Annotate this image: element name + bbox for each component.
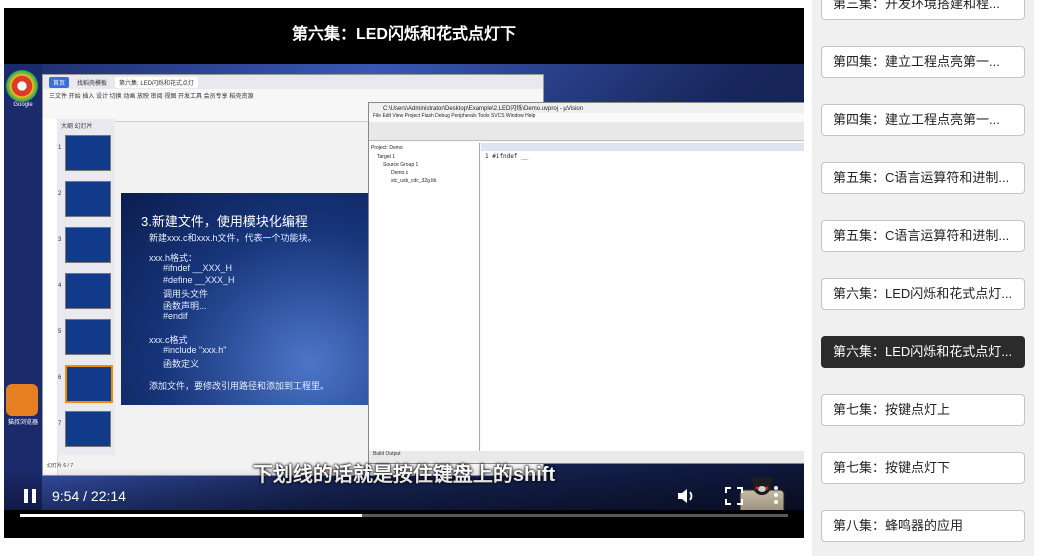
desktop-label-google: Google: [13, 102, 33, 108]
keil-editor[interactable]: 1 #ifndef __: [481, 143, 804, 451]
keil-toolbar[interactable]: [369, 122, 804, 141]
ppt-titlebar: 首页 找稻壳模板 第六集: LED闪烁和花式点灯: [43, 75, 543, 89]
slide-thumbnail[interactable]: [65, 135, 111, 171]
slide-thumbnail[interactable]: [65, 319, 111, 355]
slide-thumbnail[interactable]: [65, 181, 111, 217]
tree-item[interactable]: Target 1: [369, 153, 479, 161]
more-options-icon[interactable]: [772, 484, 780, 506]
slide-title: 3.新建文件，使用模块化编程: [141, 214, 308, 229]
video-frame[interactable]: Google 猫叔浏览器 首页 找稻壳模板 第六集: LED闪烁和花式点灯 三文…: [4, 64, 804, 510]
keil-window: C:\Users\Administrator\Desktop\Example\2…: [368, 102, 804, 464]
editor-tabs[interactable]: [481, 143, 804, 151]
slide-text: 函数定义: [163, 359, 200, 369]
ppt-tab-home[interactable]: 首页: [49, 76, 70, 88]
tree-item[interactable]: Source Group 1: [369, 161, 479, 169]
slide-text: #include "xxx.h": [163, 345, 227, 355]
playlist-item[interactable]: 第五集：C语言运算符和进制...: [821, 162, 1025, 194]
keil-title: C:\Users\Administrator\Desktop\Example\2…: [369, 103, 804, 113]
thumb-number: 5: [58, 329, 62, 335]
slide-thumbnail[interactable]: [65, 411, 111, 447]
slide-thumbnail-active[interactable]: [65, 365, 113, 403]
slide-canvas[interactable]: 3.新建文件，使用模块化编程 新建xxx.c和xxx.h文件，代表一个功能块。 …: [121, 193, 391, 405]
video-title: 第六集：LED闪烁和花式点灯下: [291, 26, 516, 43]
thumb-number: 1: [58, 145, 62, 151]
thumb-number: 2: [58, 191, 62, 197]
playlist-item[interactable]: 第七集：按键点灯上: [821, 394, 1025, 426]
playlist-item[interactable]: 第三集：开发环境搭建和程...: [821, 0, 1025, 20]
slide-thumbnail[interactable]: [65, 227, 111, 263]
volume-icon[interactable]: [676, 486, 698, 506]
ppt-tab-document[interactable]: 第六集: LED闪烁和花式点灯: [115, 76, 199, 88]
time-readout: 9:54 / 22:14: [52, 488, 126, 504]
playlist-item[interactable]: 第五集：C语言运算符和进制...: [821, 220, 1025, 252]
thumb-number: 4: [58, 283, 62, 289]
progress-fill: [20, 514, 362, 517]
playlist-item[interactable]: 第八集：蜂鸣器的应用: [821, 510, 1025, 542]
code-line[interactable]: 1 #ifndef __: [481, 151, 804, 162]
playlist-item[interactable]: 第七集：按键点灯下: [821, 452, 1025, 484]
ppt-tab-templates[interactable]: 找稻壳模板: [73, 77, 111, 88]
thumb-tabs[interactable]: 大纲 幻灯片: [57, 119, 115, 132]
slide-thumbnails[interactable]: 大纲 幻灯片 1 2 3 4 5 6 7: [57, 119, 115, 455]
slide-thumbnail[interactable]: [65, 273, 111, 309]
ppt-left-panel: [43, 119, 58, 475]
desktop-sidebar: Google 猫叔浏览器: [4, 64, 42, 510]
tree-item[interactable]: stc_usb_cdc_32g.lib: [369, 177, 479, 185]
tree-item[interactable]: Project: Demo: [369, 143, 479, 153]
slide-text: 添加文件，要修改引用路径和添加到工程里。: [149, 381, 330, 391]
pause-icon[interactable]: [20, 486, 40, 506]
desktop-label-browser: 猫叔浏览器: [7, 420, 38, 426]
progress-bar[interactable]: [20, 514, 788, 517]
keil-project-tree[interactable]: Project: Demo Target 1 Source Group 1 De…: [369, 143, 480, 451]
slide-text: 新建xxx.c和xxx.h文件，代表一个功能块。: [149, 233, 317, 243]
video-player[interactable]: 第六集：LED闪烁和花式点灯下 Google 猫叔浏览器 首页 找稻壳模板 第六…: [4, 8, 804, 538]
thumb-number: 7: [58, 421, 62, 427]
playlist-item[interactable]: 第四集：建立工程点亮第一...: [821, 46, 1025, 78]
player-controls: 9:54 / 22:14: [4, 468, 804, 538]
thumb-number: 3: [58, 237, 62, 243]
playlist-item-active[interactable]: 第六集：LED闪烁和花式点灯...: [821, 336, 1025, 368]
slide-text: #ifndef __XXX_H: [163, 263, 233, 273]
browser-icon[interactable]: [6, 384, 38, 416]
thumb-number: 6: [58, 375, 62, 381]
playlist-item[interactable]: 第四集：建立工程点亮第一...: [821, 104, 1025, 136]
playlist-item[interactable]: 第六集：LED闪烁和花式点灯...: [821, 278, 1025, 310]
chrome-icon[interactable]: [6, 70, 38, 102]
episode-playlist[interactable]: 第三集：开发环境搭建和程... 第四集：建立工程点亮第一... 第四集：建立工程点亮…: [812, 0, 1034, 556]
keil-menu[interactable]: File Edit View Project Flash Debug Perip…: [369, 113, 804, 122]
slide-text: #endif: [163, 311, 188, 321]
tree-item[interactable]: Demo.c: [369, 169, 479, 177]
slide-text: #define __XXX_H: [163, 275, 235, 285]
fullscreen-icon[interactable]: [724, 486, 744, 506]
